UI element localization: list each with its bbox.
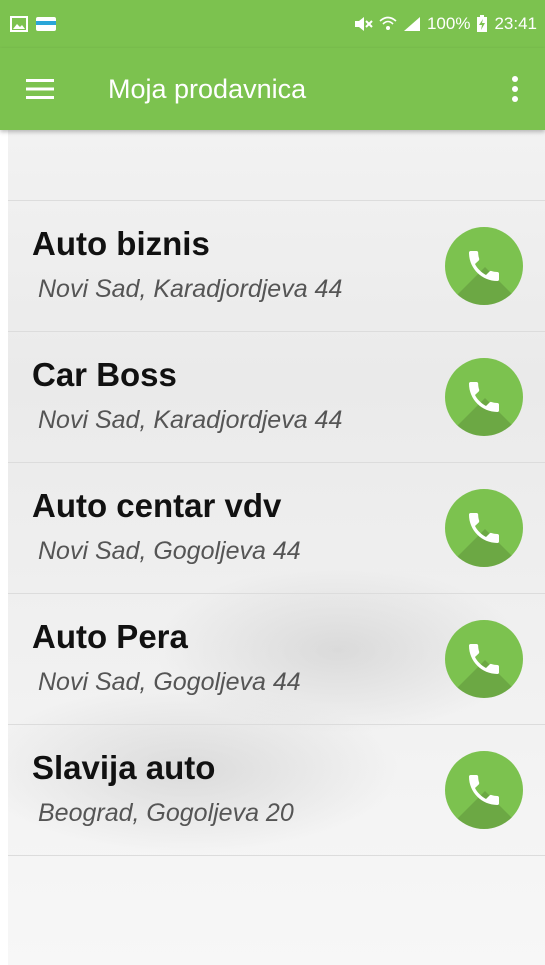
app-title: Moja prodavnica — [108, 73, 307, 104]
status-bar-system: 100% 23:41 — [353, 14, 537, 34]
app-bar: Moja prodavnica — [0, 48, 545, 130]
phone-icon — [469, 382, 499, 412]
phone-icon — [469, 513, 499, 543]
call-button[interactable] — [445, 751, 523, 829]
hamburger-menu-icon — [26, 79, 54, 99]
more-vertical-icon — [512, 76, 518, 102]
wifi-icon — [379, 16, 397, 30]
call-button[interactable] — [445, 489, 523, 567]
call-button[interactable] — [445, 227, 523, 305]
list-item[interactable]: Auto biznis Novi Sad, Karadjordjeva 44 — [8, 201, 545, 332]
store-name: Car Boss — [32, 356, 177, 393]
store-list: Auto biznis Novi Sad, Karadjordjeva 44 C… — [8, 200, 545, 856]
clock: 23:41 — [494, 14, 537, 33]
store-address: Novi Sad, Karadjordjeva 44 — [38, 275, 343, 303]
battery-percent: 100% — [426, 14, 471, 33]
status-bar-notifications — [10, 16, 56, 32]
store-address: Novi Sad, Gogoljeva 44 — [38, 537, 301, 565]
store-address: Beograd, Gogoljeva 20 — [38, 799, 294, 827]
store-name: Slavija auto — [32, 749, 216, 786]
store-address: Novi Sad, Karadjordjeva 44 — [38, 406, 343, 434]
signal-icon — [403, 17, 420, 31]
store-address: Novi Sad, Gogoljeva 44 — [38, 668, 301, 696]
store-list-background: Auto biznis Novi Sad, Karadjordjeva 44 C… — [8, 130, 545, 965]
store-name: Auto Pera — [32, 618, 188, 655]
battery-charging-icon — [477, 15, 488, 32]
image-notification-icon — [10, 16, 28, 32]
list-item[interactable]: Auto Pera Novi Sad, Gogoljeva 44 — [8, 594, 545, 725]
card-notification-icon — [36, 17, 56, 31]
status-bar: 100% 23:41 — [0, 0, 545, 48]
call-button[interactable] — [445, 358, 523, 436]
mute-icon — [354, 17, 373, 31]
store-name: Auto centar vdv — [32, 487, 282, 524]
list-item[interactable]: Auto centar vdv Novi Sad, Gogoljeva 44 — [8, 463, 545, 594]
menu-button[interactable] — [0, 48, 80, 130]
overflow-menu-button[interactable] — [485, 48, 545, 130]
store-name: Auto biznis — [32, 225, 210, 262]
call-button[interactable] — [445, 620, 523, 698]
phone-icon — [469, 644, 499, 674]
list-item[interactable]: Slavija auto Beograd, Gogoljeva 20 — [8, 725, 545, 856]
phone-icon — [469, 251, 499, 281]
list-item[interactable]: Car Boss Novi Sad, Karadjordjeva 44 — [8, 332, 545, 463]
phone-icon — [469, 775, 499, 805]
